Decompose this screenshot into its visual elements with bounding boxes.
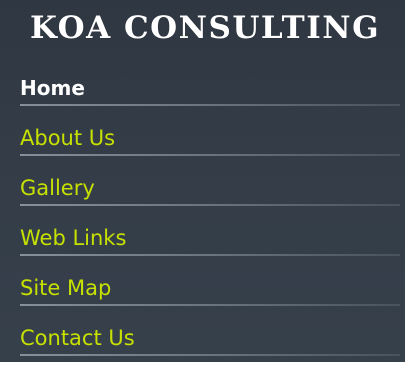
nav-item-contact-us: Contact Us — [0, 318, 405, 368]
sidebar-panel: KOA CONSULTING Home About Us Gallery Web… — [0, 0, 405, 362]
nav-divider — [20, 304, 400, 306]
nav-link-home[interactable]: Home — [20, 74, 85, 102]
nav-item-gallery: Gallery — [0, 168, 405, 218]
nav-divider — [20, 354, 400, 356]
nav-divider — [20, 154, 400, 156]
nav-divider — [20, 104, 400, 106]
nav-divider — [20, 204, 400, 206]
nav-link-about-us[interactable]: About Us — [20, 124, 115, 152]
page-margin — [405, 0, 419, 362]
nav-link-web-links[interactable]: Web Links — [20, 224, 126, 252]
nav-item-web-links: Web Links — [0, 218, 405, 268]
main-navigation: Home About Us Gallery Web Links Site Map… — [0, 68, 405, 368]
nav-link-gallery[interactable]: Gallery — [20, 174, 95, 202]
nav-item-home: Home — [0, 68, 405, 118]
nav-link-site-map[interactable]: Site Map — [20, 274, 111, 302]
nav-link-contact-us[interactable]: Contact Us — [20, 324, 135, 352]
nav-item-site-map: Site Map — [0, 268, 405, 318]
nav-item-about-us: About Us — [0, 118, 405, 168]
site-title: KOA CONSULTING — [30, 10, 381, 46]
nav-divider — [20, 254, 400, 256]
